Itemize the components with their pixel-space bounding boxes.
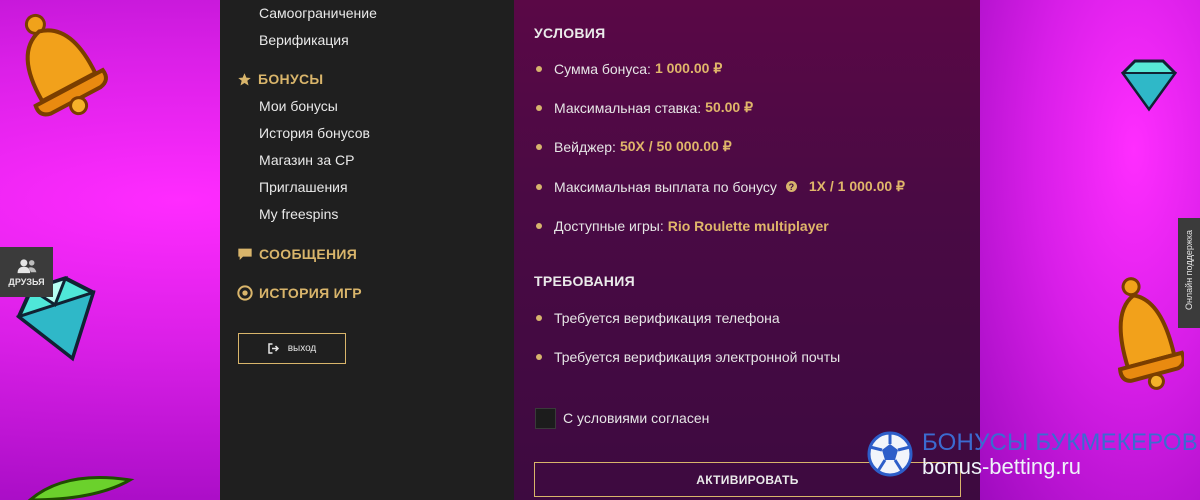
condition-available-games: Доступные игры: Rio Roulette multiplayer [536, 218, 829, 234]
bullet-dot [536, 143, 542, 150]
chat-bubble-icon [238, 248, 252, 260]
agree-checkbox[interactable] [535, 408, 556, 429]
conditions-heading: УСЛОВИЯ [534, 25, 606, 41]
section-game-history[interactable]: ИСТОРИЯ ИГР [237, 285, 362, 301]
users-icon [17, 258, 36, 273]
logout-icon [267, 343, 279, 354]
requirement-email: Требуется верификация электронной почты [536, 349, 840, 365]
condition-wager: Вейджер: 50X / 50 000.00 ₽ [536, 138, 732, 155]
section-bonuses-label: БОНУСЫ [258, 71, 324, 87]
menu-link-my-freespins[interactable]: My freespins [259, 206, 338, 222]
exit-button[interactable]: выход [238, 333, 346, 364]
friends-tab-label: ДРУЗЬЯ [8, 276, 45, 287]
requirement-phone: Требуется верификация телефона [536, 310, 780, 326]
watermark-url: bonus-betting.ru [922, 454, 1081, 480]
watermark-text: БОНУСЫ БУКМЕКЕРОВ bonus-betting.ru [922, 430, 1198, 478]
condition-value: 50.00 ₽ [705, 99, 754, 115]
menu-link-bonus-history[interactable]: История бонусов [259, 125, 370, 141]
section-bonuses[interactable]: БОНУСЫ [237, 71, 323, 87]
condition-label: Максимальная ставка: [554, 99, 702, 116]
condition-value: Rio Roulette multiplayer [667, 218, 829, 234]
watermark-title: БОНУСЫ БУКМЕКЕРОВ [922, 429, 1198, 456]
bullet-dot [536, 104, 542, 111]
help-icon[interactable]: ? [785, 181, 797, 192]
exit-button-label: выход [287, 343, 317, 354]
menu-link-self-limitation[interactable]: Самоограничение [259, 5, 377, 21]
watermark-logo: БОНУСЫ БУКМЕКЕРОВ bonus-betting.ru [866, 430, 1198, 478]
condition-label: Максимальная выплата по бонусу [554, 178, 777, 195]
online-support-tab[interactable]: Онлайн поддержка [1178, 218, 1200, 328]
leaf-icon [27, 476, 135, 500]
condition-label: Вейджер: [554, 138, 616, 155]
requirements-heading: ТРЕБОВАНИЯ [534, 273, 635, 289]
soccer-ball-icon [867, 431, 913, 477]
bullet-dot [536, 354, 542, 360]
condition-max-bet: Максимальная ставка: 50.00 ₽ [536, 99, 753, 116]
bullet-dot [536, 65, 542, 72]
bell-icon [24, 13, 108, 117]
diamond-small-icon [1121, 59, 1177, 112]
bullet-dot [536, 223, 542, 229]
section-game-history-label: ИСТОРИЯ ИГР [259, 285, 362, 301]
friends-tab[interactable]: ДРУЗЬЯ [0, 247, 53, 297]
agree-label[interactable]: С условиями согласен [563, 410, 709, 426]
menu-link-my-bonuses[interactable]: Мои бонусы [259, 98, 338, 114]
condition-value: 1X / 1 000.00 ₽ [808, 178, 905, 194]
menu-link-invitations[interactable]: Приглашения [259, 179, 348, 195]
section-messages[interactable]: СООБЩЕНИЯ [237, 246, 357, 262]
menu-link-cp-shop[interactable]: Магазин за СР [259, 152, 354, 168]
condition-value: 50X / 50 000.00 ₽ [619, 138, 732, 154]
menu-link-verification[interactable]: Верификация [259, 32, 349, 48]
bell-right-icon [1117, 277, 1184, 390]
star-icon [238, 72, 251, 85]
requirement-label: Требуется верификация телефона [554, 310, 780, 326]
condition-bonus-amount: Сумма бонуса: 1 000.00 ₽ [536, 60, 722, 77]
activate-button-label: АКТИВИРОВАТЬ [696, 472, 799, 487]
bullet-dot [536, 183, 542, 190]
condition-value: 1 000.00 ₽ [654, 60, 723, 76]
bullet-dot [536, 315, 542, 321]
chip-icon [237, 285, 253, 301]
section-messages-label: СООБЩЕНИЯ [259, 246, 358, 262]
condition-label: Сумма бонуса: [554, 60, 651, 77]
requirement-label: Требуется верификация электронной почты [554, 349, 841, 365]
condition-max-payout: Максимальная выплата по бонусу ? 1X / 1 … [536, 178, 905, 195]
online-support-label: Онлайн поддержка [1184, 229, 1194, 311]
condition-label: Доступные игры: [554, 218, 664, 234]
